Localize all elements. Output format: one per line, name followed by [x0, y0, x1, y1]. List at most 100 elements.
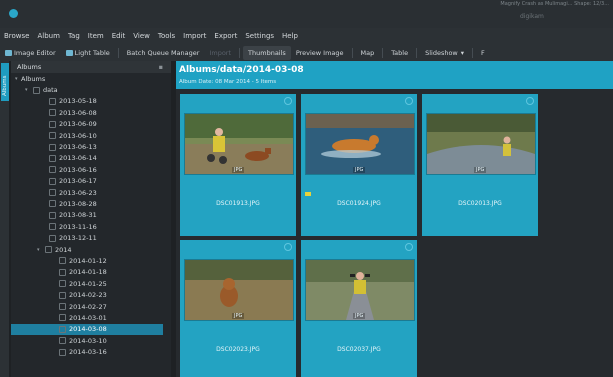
menu-item[interactable]: Item	[84, 32, 108, 40]
select-marker-icon[interactable]	[405, 243, 413, 251]
thumbnail-item[interactable]: JPG DSC02037.JPG	[301, 240, 417, 377]
image-editor-icon	[5, 49, 12, 56]
thumbnails-button[interactable]: Thumbnails	[243, 45, 291, 60]
folder-icon	[59, 348, 66, 356]
tree-root-label: Albums	[21, 74, 46, 83]
tree-item-label: 2013-06-13	[59, 143, 97, 152]
thumbnail-image	[305, 113, 415, 175]
tree-item[interactable]: 2013-06-14	[11, 153, 171, 164]
menu-export[interactable]: Export	[210, 32, 241, 40]
tree-item[interactable]: 2013-06-23	[11, 187, 171, 198]
menu-settings[interactable]: Settings	[241, 32, 278, 40]
toolbar-separator	[239, 47, 241, 58]
thumbnail-filename: DSC01924.JPG	[337, 200, 381, 207]
tree-root[interactable]: ▾ Albums	[11, 73, 171, 84]
thumbnail-item[interactable]: JPG DSC01924.JPG	[301, 94, 417, 236]
tree-item[interactable]: 2013-06-08	[11, 107, 171, 118]
thumbnail-filename: DSC02013.JPG	[458, 200, 502, 207]
thumbnail-item[interactable]: JPG DSC01913.JPG	[180, 94, 296, 236]
tree-item[interactable]: 2013-06-10	[11, 130, 171, 141]
map-button[interactable]: Map	[356, 46, 380, 60]
thumbnails-label: Thumbnails	[248, 48, 286, 57]
tree-item[interactable]: 2013-06-17	[11, 176, 171, 187]
toolbar-overflow[interactable]: F	[476, 46, 490, 60]
tree-item[interactable]: 2013-08-31	[11, 210, 171, 221]
tree-item[interactable]: 2013-06-16	[11, 164, 171, 175]
tree-item[interactable]: 2013-08-28	[11, 198, 171, 209]
import-label: Import	[209, 48, 232, 57]
menu-tools[interactable]: Tools	[154, 32, 179, 40]
map-label: Map	[360, 48, 375, 57]
thumbnail-image	[184, 113, 294, 175]
menu-edit[interactable]: Edit	[108, 32, 130, 40]
tree-item[interactable]: 2013-12-11	[11, 232, 171, 243]
tree-item[interactable]: 2014-01-12	[11, 255, 171, 266]
tree-item-label: 2013-06-17	[59, 177, 97, 186]
light-table-button[interactable]: Light Table	[61, 46, 115, 60]
folder-icon	[49, 120, 56, 128]
tree-item[interactable]: 2014-01-25	[11, 278, 171, 289]
app-icon	[9, 9, 18, 18]
light-table-icon	[65, 49, 73, 56]
menu-help[interactable]: Help	[278, 32, 302, 40]
album-header: Albums/data/2014-03-08 Album Date: 08 Ma…	[176, 61, 613, 89]
thumbnail-item[interactable]: JPG DSC02023.JPG	[180, 240, 296, 377]
tree-item-label: 2014-02-23	[69, 291, 107, 300]
menu-view[interactable]: View	[129, 32, 154, 40]
tree-item[interactable]: 2013-06-09	[11, 119, 171, 130]
slideshow-button[interactable]: Slideshow ▾	[420, 46, 469, 60]
sidebar-header: Albums ▪	[11, 61, 171, 73]
toolbar-separator	[472, 47, 474, 58]
thumbnail-format-badge: JPG	[353, 167, 366, 173]
flag-icon	[305, 192, 311, 196]
preview-image-button[interactable]: Preview Image	[291, 46, 349, 60]
import-button[interactable]: Import	[204, 46, 236, 60]
toolbar-separator	[416, 47, 418, 58]
table-button[interactable]: Table	[386, 46, 413, 60]
tree-item-selected[interactable]: 2014-03-08	[11, 323, 163, 335]
tree-folder-data[interactable]: ▾ data	[11, 84, 171, 95]
tree-item[interactable]: 2014-02-23	[11, 289, 171, 300]
tree-item[interactable]: 2014-02-27	[11, 301, 171, 312]
album-view: Albums/data/2014-03-08 Album Date: 08 Ma…	[176, 61, 613, 377]
thumbnail-item[interactable]: JPG DSC02013.JPG	[422, 94, 538, 236]
albums-tab-label: Albums	[2, 75, 8, 97]
menu-browse[interactable]: Browse	[0, 32, 34, 40]
folder-icon	[59, 325, 66, 333]
folder-icon	[59, 337, 66, 345]
tree-item-label: 2014-03-08	[69, 325, 107, 334]
tree-item[interactable]: 2014-03-01	[11, 312, 171, 323]
tree-item[interactable]: 2013-11-16	[11, 221, 171, 232]
tree-item[interactable]: 2014-01-18	[11, 267, 171, 278]
tree-item-label: 2014-01-12	[69, 256, 107, 265]
select-marker-icon[interactable]	[526, 97, 534, 105]
select-marker-icon[interactable]	[284, 97, 292, 105]
close-icon[interactable]: ▪	[159, 63, 163, 71]
tree-item-label: 2013-06-16	[59, 165, 97, 174]
menu-album[interactable]: Album	[34, 32, 64, 40]
menu-import[interactable]: Import	[179, 32, 210, 40]
image-editor-button[interactable]: Image Editor	[0, 46, 61, 60]
menu-tag[interactable]: Tag	[64, 32, 84, 40]
folder-icon	[33, 86, 40, 94]
tree-folder-2014[interactable]: ▾ 2014	[11, 244, 171, 255]
batch-queue-button[interactable]: Batch Queue Manager	[122, 46, 205, 60]
folder-icon	[49, 109, 56, 117]
tree-item[interactable]: 2014-03-16	[11, 346, 171, 357]
select-marker-icon[interactable]	[405, 97, 413, 105]
tree-item[interactable]: 2013-05-18	[11, 96, 171, 107]
albums-tab[interactable]: Albums	[1, 63, 9, 101]
folder-icon	[49, 132, 56, 140]
select-marker-icon[interactable]	[284, 243, 292, 251]
tree-item-label: 2013-11-16	[59, 222, 97, 231]
tree-item-label: 2014-03-01	[69, 313, 107, 322]
folder-icon	[59, 280, 66, 288]
tree-folder-label: data	[43, 86, 58, 95]
folder-icon	[59, 268, 66, 276]
thumbnail-format-badge: JPG	[232, 313, 245, 319]
toolbar-separator	[382, 47, 384, 58]
tree-item[interactable]: 2014-03-10	[11, 335, 171, 346]
tree-item[interactable]: 2013-06-13	[11, 141, 171, 152]
folder-icon	[49, 189, 56, 197]
tree-item-label: 2014-03-10	[69, 336, 107, 345]
